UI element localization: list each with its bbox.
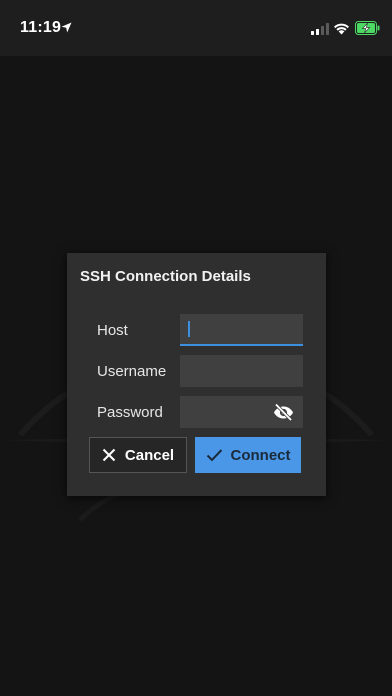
status-bar: 11:19 (0, 0, 392, 56)
cancel-button-label: Cancel (124, 446, 175, 464)
username-field[interactable] (180, 355, 303, 387)
dialog-title: SSH Connection Details (80, 268, 251, 285)
eye-off-icon[interactable] (273, 403, 294, 421)
screen: 11:19 SSH Connection Details Host Userna… (0, 0, 392, 696)
password-field[interactable] (180, 396, 303, 428)
host-field[interactable] (180, 314, 303, 346)
wifi-icon (334, 23, 349, 35)
username-label: Username (97, 363, 167, 380)
cellular-signal-icon (311, 23, 329, 35)
cancel-button[interactable]: Cancel (89, 437, 187, 473)
status-time: 11:19 (20, 19, 62, 36)
ssh-connection-dialog: SSH Connection Details Host Username Pas… (67, 253, 326, 496)
username-input[interactable] (180, 355, 303, 387)
host-input[interactable] (180, 314, 303, 344)
host-label: Host (97, 322, 128, 339)
connect-button[interactable]: Connect (195, 437, 301, 473)
checkmark-icon (206, 449, 222, 462)
connect-button-label: Connect (230, 446, 291, 464)
battery-charging-icon (355, 21, 380, 35)
location-arrow-icon (61, 22, 72, 33)
close-icon (102, 448, 116, 462)
password-label: Password (97, 404, 163, 421)
